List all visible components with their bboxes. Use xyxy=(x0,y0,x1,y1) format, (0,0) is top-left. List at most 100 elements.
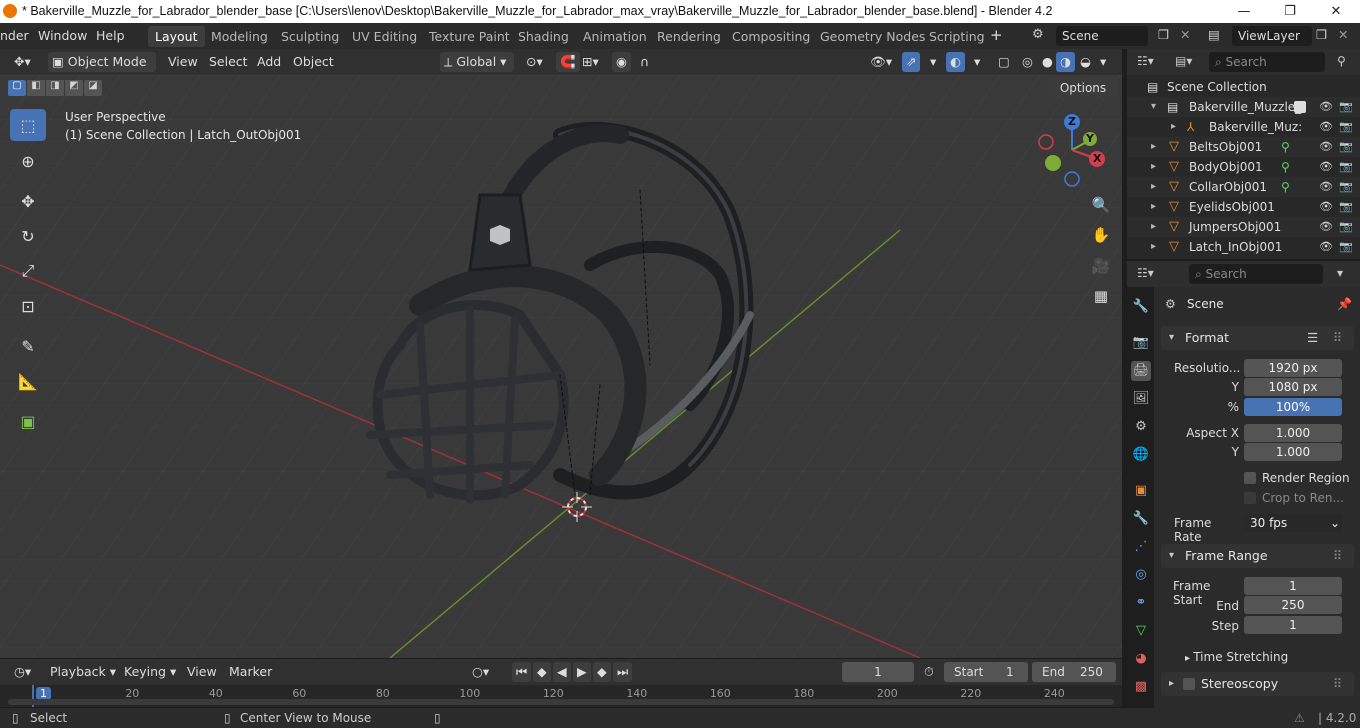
autokey-icon[interactable]: ○▾ xyxy=(468,662,493,682)
render-region-checkbox[interactable] xyxy=(1244,472,1256,484)
timeline-scrollbar[interactable] xyxy=(8,699,1114,705)
close-button[interactable]: ✕ xyxy=(1313,0,1359,23)
scale-tool[interactable]: ⤢ xyxy=(10,255,46,287)
jump-end-icon[interactable]: ⏭ xyxy=(613,662,633,682)
world-tab-icon[interactable]: 🌐 xyxy=(1131,445,1151,465)
drag-handle-icon[interactable]: ⠿ xyxy=(1333,544,1342,568)
data-tab-icon[interactable]: ▽ xyxy=(1131,621,1151,641)
select-new-icon[interactable]: ▢ xyxy=(8,80,26,96)
tab-scripting[interactable]: Scripting xyxy=(922,26,992,47)
zoom-button[interactable]: 🔍 xyxy=(1088,192,1114,218)
outliner-search-input[interactable]: ⌕ Search xyxy=(1209,52,1325,72)
presets-icon[interactable]: ☰ xyxy=(1307,326,1318,350)
physics-tab-icon[interactable]: ◎ xyxy=(1131,565,1151,585)
marker-menu[interactable]: Marker xyxy=(225,662,276,682)
overlay-menu-icon[interactable]: ▾ xyxy=(970,52,984,72)
resolution-x-field[interactable]: 1920 px xyxy=(1244,359,1342,377)
constraints-tab-icon[interactable]: ⚭ xyxy=(1131,593,1151,613)
menu-select[interactable]: Select xyxy=(205,52,252,72)
outliner-root[interactable]: ▤ Scene Collection xyxy=(1127,77,1360,97)
output-tab-icon[interactable]: 🖨 xyxy=(1131,361,1151,381)
time-stretching-subpanel[interactable]: ▸ Time Stretching xyxy=(1185,650,1288,664)
mode-selector[interactable]: ▣ Object Mode ▾ xyxy=(48,52,156,89)
select-intersect-icon[interactable]: ◪ xyxy=(84,80,102,96)
outliner-item[interactable]: ▸ ▽ BodyObj001 ⚲ 👁 📷 xyxy=(1127,157,1360,177)
view-layer-tab-icon[interactable]: 🖼 xyxy=(1131,389,1151,409)
collection-checkbox[interactable] xyxy=(1294,101,1306,113)
falloff-icon[interactable]: ∩ xyxy=(636,52,653,72)
tab-rendering[interactable]: Rendering xyxy=(650,26,728,47)
select-subtract-icon[interactable]: ◨ xyxy=(46,80,64,96)
material-shading-icon[interactable]: ◑ xyxy=(1056,52,1075,72)
scene-selector[interactable]: Scene xyxy=(1056,26,1148,46)
select-box-tool[interactable]: ⬚ xyxy=(10,109,46,141)
eye-icon[interactable]: 👁 xyxy=(1319,97,1333,117)
properties-editor-icon[interactable]: ☷▾ xyxy=(1137,266,1154,280)
properties-search-input[interactable]: ⌕ Search xyxy=(1189,264,1323,284)
eye-icon[interactable]: 👁 xyxy=(1319,197,1333,217)
3d-viewport[interactable]: Z Y X ▢ ◧ ◨ ◩ ◪ Options User Perspective… xyxy=(0,75,1122,658)
camera-icon[interactable]: 📷 xyxy=(1339,197,1353,217)
add-workspace-button[interactable]: + xyxy=(990,26,1003,44)
stereoscopy-checkbox[interactable] xyxy=(1183,678,1195,690)
expand-icon[interactable]: ▸ xyxy=(1151,177,1156,197)
measure-tool[interactable]: 📐 xyxy=(10,365,46,397)
camera-view-button[interactable]: 🎥 xyxy=(1088,253,1114,279)
eye-icon[interactable]: 👁 xyxy=(1319,157,1333,177)
properties-options-icon[interactable]: ▾ xyxy=(1337,266,1343,280)
frame-start-field[interactable]: 1 xyxy=(1244,577,1342,595)
object-tab-icon[interactable]: ▣ xyxy=(1131,481,1151,501)
tab-texture-paint[interactable]: Texture Paint xyxy=(422,26,517,47)
frame-end-field[interactable]: 250 xyxy=(1244,596,1342,614)
timeline-view-menu[interactable]: View xyxy=(183,662,221,682)
select-invert-icon[interactable]: ◩ xyxy=(65,80,83,96)
timeline-end-field[interactable]: End 250 xyxy=(1032,662,1116,682)
play-icon[interactable]: ▶ xyxy=(573,662,591,682)
resolution-percentage-field[interactable]: 100% xyxy=(1244,398,1342,416)
jump-start-icon[interactable]: ⏮ xyxy=(512,662,532,682)
expand-icon[interactable]: ▸ xyxy=(1151,237,1156,257)
eye-icon[interactable]: 👁 xyxy=(1319,237,1333,257)
expand-icon[interactable]: ▸ xyxy=(1151,217,1156,237)
cursor-tool[interactable]: ⊕ xyxy=(10,145,46,177)
new-scene-icon[interactable]: ❐ xyxy=(1158,27,1169,42)
eye-icon[interactable]: 👁 xyxy=(1319,177,1333,197)
xray-icon[interactable]: ▢ xyxy=(994,52,1014,72)
pivot-icon[interactable]: ⊙▾ xyxy=(522,52,547,72)
ortho-toggle-button[interactable]: ▦ xyxy=(1088,283,1114,309)
next-keyframe-icon[interactable]: ◆ xyxy=(593,662,611,682)
camera-icon[interactable]: 📷 xyxy=(1339,237,1353,257)
camera-icon[interactable]: 📷 xyxy=(1339,117,1353,137)
viewlayer-selector[interactable]: ViewLayer xyxy=(1232,26,1312,46)
expand-icon[interactable]: ▸ xyxy=(1151,197,1156,217)
add-cube-tool[interactable]: ▣ xyxy=(10,405,46,437)
modifier-tab-icon[interactable]: 🔧 xyxy=(1131,509,1151,529)
outliner-item[interactable]: ▸ ▽ JumpersObj001 👁 📷 xyxy=(1127,217,1360,237)
menu-render[interactable]: nder xyxy=(0,28,29,43)
rendered-shading-icon[interactable]: ◒ xyxy=(1076,52,1095,72)
prev-keyframe-icon[interactable]: ◆ xyxy=(533,662,551,682)
timeline-start-field[interactable]: Start 1 xyxy=(944,662,1028,682)
delete-scene-icon[interactable]: ✕ xyxy=(1180,27,1190,42)
outliner-editor-icon[interactable]: ☷▾ xyxy=(1137,54,1154,68)
format-panel-header[interactable]: ▾ Format ☰ ⠿ xyxy=(1161,326,1354,350)
menu-help[interactable]: Help xyxy=(96,28,125,43)
menu-add[interactable]: Add xyxy=(253,52,285,72)
gizmo-toggle-icon[interactable]: ⇗ xyxy=(902,52,921,72)
tab-layout[interactable]: Layout xyxy=(148,26,205,47)
transform-tool[interactable]: ⊡ xyxy=(10,290,46,322)
pan-button[interactable]: ✋ xyxy=(1088,222,1114,248)
stopwatch-icon[interactable]: ⏱ xyxy=(920,662,938,682)
frame-step-field[interactable]: 1 xyxy=(1244,616,1342,634)
tab-geometry-nodes[interactable]: Geometry Nodes xyxy=(813,26,932,47)
camera-icon[interactable]: 📷 xyxy=(1339,97,1353,117)
move-tool[interactable]: ✥ xyxy=(10,185,46,217)
outliner-item[interactable]: ▸ ▽ CollarObj001 ⚲ 👁 📷 xyxy=(1127,177,1360,197)
texture-tab-icon[interactable]: ▩ xyxy=(1131,677,1151,697)
frame-rate-selector[interactable]: 30 fps ⌄ xyxy=(1244,514,1342,532)
gizmo-menu-icon[interactable]: ▾ xyxy=(926,52,940,72)
camera-icon[interactable]: 📷 xyxy=(1339,137,1353,157)
timeline-scrubber[interactable]: 1 20 40 60 80 100 120 140 160 180 200 220 240 xyxy=(0,685,1122,707)
expand-icon[interactable]: ▸ xyxy=(1171,117,1176,137)
stereoscopy-panel-header[interactable]: ▸ Stereoscopy ⠿ xyxy=(1161,672,1354,696)
